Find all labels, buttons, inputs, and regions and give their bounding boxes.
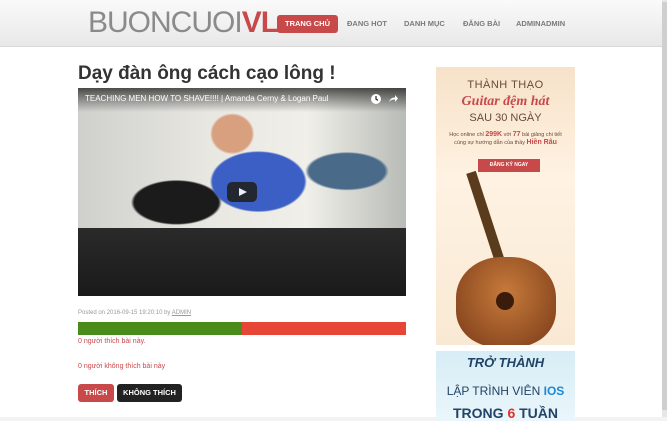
nav-danh-muc[interactable]: DANH MỤC <box>404 15 445 33</box>
site-logo[interactable]: BUONCUOIVL <box>88 6 279 40</box>
play-button[interactable] <box>227 182 257 202</box>
post-date: Posted on 2016-09-15 19:20:10 by <box>78 310 171 316</box>
dislike-button[interactable]: KHÔNG THÍCH <box>117 384 182 402</box>
logo-text-accent: VL <box>241 6 279 39</box>
video-title[interactable]: TEACHING MEN HOW TO SHAVE!!!! | Amanda C… <box>85 94 329 103</box>
ad-ios-line3: TRONG 6 TUẦN <box>452 405 559 421</box>
guitar-soundhole-image <box>496 292 514 310</box>
dislikes-count-text: 0 người không thích bài này <box>78 363 166 370</box>
logo-text-main: BUONCUOI <box>88 6 243 39</box>
likes-count-text: 0 người thích bài này. <box>78 338 146 345</box>
ad-register-button[interactable]: ĐĂNG KÝ NGAY <box>478 159 540 172</box>
nav-trang-chu[interactable]: TRANG CHỦ <box>277 15 338 33</box>
scrollbar-thumb[interactable] <box>662 2 667 410</box>
nav-user-admin[interactable]: ADMINADMIN <box>516 15 565 33</box>
nav-dang-bai[interactable]: ĐĂNG BÀI <box>463 15 500 33</box>
video-thumbnail-floor <box>78 228 406 296</box>
video-player[interactable]: TEACHING MEN HOW TO SHAVE!!!! | Amanda C… <box>78 88 406 296</box>
watch-later-icon[interactable] <box>370 93 382 105</box>
ad-guitar-description: Học online chỉ 299K với 77 bài giảng chi… <box>449 131 562 146</box>
ad-ios-line2: LẬP TRÌNH VIÊN IOS <box>446 384 565 398</box>
post-author-link[interactable]: ADMIN <box>172 310 191 316</box>
nav-dang-hot[interactable]: ĐANG HOT <box>347 15 387 33</box>
ad-guitar-line2: Guitar đệm hát <box>461 94 550 109</box>
vote-ratio-bar <box>78 322 406 335</box>
ad-guitar-line1: THÀNH THẠO <box>467 79 544 91</box>
like-ratio-fill <box>78 322 242 335</box>
share-icon[interactable] <box>387 93 399 105</box>
scrollbar-track[interactable] <box>662 0 667 417</box>
post-meta: Posted on 2016-09-15 19:20:10 by ADMIN <box>78 310 191 316</box>
ad-ios-line1: TRỞ THÀNH <box>466 355 545 370</box>
post-title: Dạy đàn ông cách cạo lông ! <box>78 63 336 84</box>
like-button[interactable]: THÍCH <box>78 384 114 402</box>
site-header: BUONCUOIVL TRANG CHỦ ĐANG HOT DANH MỤC Đ… <box>0 0 667 47</box>
ad-guitar-line3: SAU 30 NGÀY <box>469 112 542 124</box>
ios-course-ad[interactable]: TRỞ THÀNH LẬP TRÌNH VIÊN IOS TRONG 6 TUẦ… <box>436 351 575 421</box>
guitar-course-ad[interactable]: THÀNH THẠO Guitar đệm hát SAU 30 NGÀY Họ… <box>436 67 575 345</box>
